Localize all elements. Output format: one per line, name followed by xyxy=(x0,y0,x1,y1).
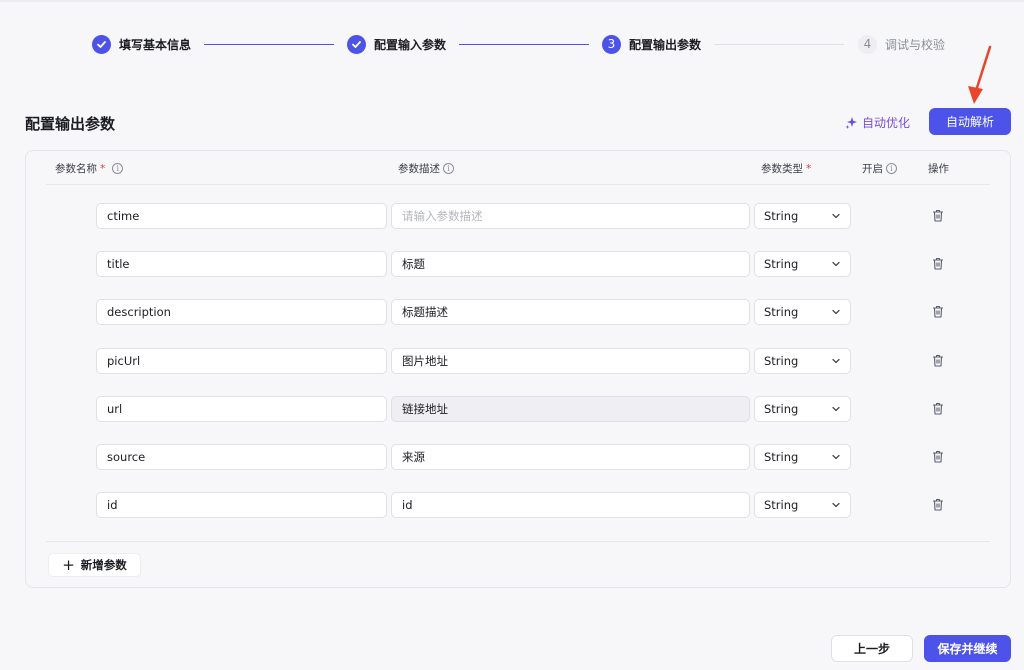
column-label: 开启 xyxy=(862,163,883,175)
param-row: picUrl 图片地址 String xyxy=(96,347,976,374)
auto-optimize-label: 自动优化 xyxy=(862,116,911,130)
step-input-params[interactable]: 配置输入参数 xyxy=(347,32,446,56)
plus-icon: + xyxy=(62,555,75,574)
param-type-select[interactable]: String xyxy=(754,251,851,278)
param-name-input[interactable]: ctime xyxy=(96,203,387,229)
chevron-down-icon xyxy=(832,358,840,363)
info-icon[interactable]: i xyxy=(886,163,897,174)
param-row: id id String xyxy=(96,492,976,519)
trash-icon[interactable] xyxy=(932,354,944,367)
trash-icon[interactable] xyxy=(932,257,944,270)
param-type-value: String xyxy=(764,353,799,368)
param-type-value: String xyxy=(764,401,799,416)
save-and-continue-button[interactable]: 保存并继续 xyxy=(924,635,1011,662)
param-row: url 链接地址 String xyxy=(96,395,976,422)
chevron-down-icon xyxy=(832,213,840,219)
param-desc-input[interactable]: 图片地址 xyxy=(391,347,750,374)
required-mark: * xyxy=(806,162,812,175)
param-type-select[interactable]: String xyxy=(754,203,851,229)
required-mark: * xyxy=(100,162,106,175)
chevron-down-icon xyxy=(832,310,840,315)
check-icon xyxy=(347,34,366,54)
info-icon[interactable]: i xyxy=(443,163,454,174)
table-header: 参数名称 * i 参数描述 i 参数类型 * 开启 i 操作 xyxy=(46,151,990,185)
step-debug[interactable]: 4 调试与校验 xyxy=(858,32,945,56)
param-desc-input[interactable]: id xyxy=(391,492,750,519)
step-number: 3 xyxy=(602,34,621,54)
check-icon xyxy=(92,34,111,54)
param-type-value: String xyxy=(764,450,799,464)
param-desc-input[interactable]: 链接地址 xyxy=(391,395,750,422)
step-label: 配置输入参数 xyxy=(374,37,447,52)
trash-icon[interactable] xyxy=(932,209,944,222)
trash-icon[interactable] xyxy=(932,450,944,463)
param-type-value: String xyxy=(764,498,799,513)
param-name-input[interactable]: url xyxy=(96,395,387,422)
param-name-input[interactable]: picUrl xyxy=(96,347,387,374)
column-header-actions: 操作 xyxy=(928,161,949,176)
auto-optimize-button[interactable]: 自动优化 xyxy=(845,114,910,131)
param-desc-input[interactable]: 请输入参数描述 xyxy=(391,203,750,229)
column-label: 参数名称 xyxy=(55,163,97,175)
param-row: title 标题 String xyxy=(96,251,976,278)
trash-icon[interactable] xyxy=(932,498,944,511)
table-divider xyxy=(46,541,990,542)
add-param-button[interactable]: + 新增参数 xyxy=(48,553,141,577)
add-param-label: 新增参数 xyxy=(80,558,127,572)
step-label: 配置输出参数 xyxy=(629,37,702,52)
step-label: 调试与校验 xyxy=(885,37,946,52)
param-type-value: String xyxy=(764,257,799,272)
trash-icon[interactable] xyxy=(932,305,944,318)
param-type-select[interactable]: String xyxy=(754,299,851,326)
param-row: ctime 请输入参数描述 String xyxy=(96,203,976,229)
step-connector xyxy=(204,44,334,45)
chevron-down-icon xyxy=(832,503,840,508)
column-label: 操作 xyxy=(928,163,949,175)
step-connector xyxy=(714,44,844,45)
auto-parse-button[interactable]: 自动解析 xyxy=(929,108,1011,135)
param-name-input[interactable]: title xyxy=(96,251,387,278)
param-type-value: String xyxy=(764,209,799,223)
column-header-name: 参数名称 * i xyxy=(55,161,124,176)
sparkle-icon xyxy=(845,117,857,129)
top-divider xyxy=(0,0,1024,2)
param-desc-input[interactable]: 标题描述 xyxy=(391,299,750,326)
param-type-select[interactable]: String xyxy=(754,444,851,470)
output-params-panel: 参数名称 * i 参数描述 i 参数类型 * 开启 i 操作 ctime 请输入参数描… xyxy=(25,150,1011,588)
info-icon[interactable]: i xyxy=(112,163,124,174)
chevron-down-icon xyxy=(832,454,840,460)
column-label: 参数类型 xyxy=(761,163,803,175)
chevron-down-icon xyxy=(832,406,840,411)
column-header-type: 参数类型 * xyxy=(761,161,811,176)
trash-icon[interactable] xyxy=(932,402,944,415)
param-name-input[interactable]: id xyxy=(96,492,387,519)
step-label: 填写基本信息 xyxy=(119,37,192,52)
step-connector xyxy=(459,44,589,45)
page-title: 配置输出参数 xyxy=(25,115,116,133)
step-number: 4 xyxy=(858,34,877,54)
param-type-select[interactable]: String xyxy=(754,492,851,519)
previous-step-button[interactable]: 上一步 xyxy=(831,635,913,662)
param-name-input[interactable]: description xyxy=(96,299,387,326)
param-type-value: String xyxy=(764,305,799,320)
chevron-down-icon xyxy=(832,262,840,267)
stepper: 填写基本信息 配置输入参数 3 配置输出参数 4 调试与校验 xyxy=(92,32,952,56)
param-desc-input[interactable]: 来源 xyxy=(391,444,750,470)
annotation-arrow-icon xyxy=(968,45,992,104)
param-type-select[interactable]: String xyxy=(754,395,851,422)
param-type-select[interactable]: String xyxy=(754,347,851,374)
param-name-input[interactable]: source xyxy=(96,444,387,470)
param-desc-input[interactable]: 标题 xyxy=(391,251,750,278)
column-label: 参数描述 xyxy=(398,163,440,175)
column-header-desc: 参数描述 i xyxy=(398,161,454,176)
param-row: source 来源 String xyxy=(96,444,976,470)
param-row: description 标题描述 String xyxy=(96,299,976,326)
step-output-params[interactable]: 3 配置输出参数 xyxy=(602,32,701,56)
step-basic-info[interactable]: 填写基本信息 xyxy=(92,32,191,56)
column-header-enabled: 开启 i xyxy=(862,161,897,176)
